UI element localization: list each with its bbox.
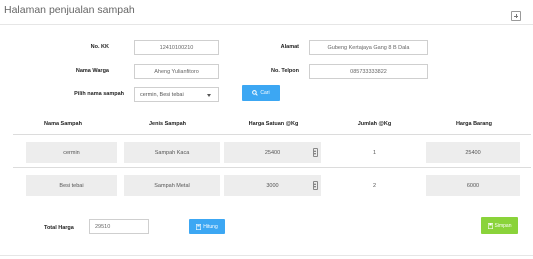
total-harga-label: Total Harga xyxy=(44,225,74,231)
calculator-icon xyxy=(196,223,202,230)
no-kk-label: No. KK xyxy=(90,44,109,50)
header-harga-barang: Harga Barang xyxy=(455,121,493,127)
simpan-button[interactable]: Simpan xyxy=(481,217,518,234)
header-jumlah: Jumlah @Kg xyxy=(357,121,392,127)
alamat-label: Alamat xyxy=(280,44,299,50)
table-divider xyxy=(13,134,531,135)
search-icon xyxy=(252,90,259,96)
cari-button[interactable]: Cari xyxy=(242,85,280,101)
nama-warga-label: Nama Warga xyxy=(75,68,109,74)
harga-satuan-field[interactable]: 25400 xyxy=(224,142,321,163)
alamat-field[interactable]: Gubeng Kertajaya Gang 8 B Dala xyxy=(309,40,428,55)
header-jenis-sampah: Jenis Sampah xyxy=(149,121,186,127)
total-harga-field[interactable]: 29510 xyxy=(89,219,149,234)
harga-satuan-field[interactable]: 3000 xyxy=(224,175,321,196)
hitung-label: Hitung xyxy=(203,223,218,230)
row-divider xyxy=(13,167,531,168)
cari-label: Cari xyxy=(260,90,270,96)
simpan-label: Simpan xyxy=(494,222,512,229)
jumlah-field[interactable]: 1 xyxy=(328,142,421,163)
header-nama-sampah: Nama Sampah xyxy=(44,121,82,127)
header-harga-satuan: Harga Satuan @Kg xyxy=(248,121,299,127)
harga-barang-cell: 25400 xyxy=(426,142,520,163)
stepper-icon[interactable] xyxy=(313,181,318,190)
title-divider xyxy=(0,24,533,25)
no-kk-field[interactable]: 12410100210 xyxy=(134,40,219,55)
no-telpon-label: No. Telpon xyxy=(270,68,299,74)
pilih-sampah-label: Pilih nama sampah xyxy=(74,91,124,97)
page-title: Halaman penjualan sampah xyxy=(4,4,135,16)
harga-barang-cell: 6000 xyxy=(426,175,520,196)
no-telpon-field[interactable]: 085733333822 xyxy=(309,64,428,79)
jenis-sampah-cell: Sampah Kaca xyxy=(124,142,220,163)
bottom-divider xyxy=(0,255,533,256)
chevron-down-icon xyxy=(207,94,211,97)
nama-sampah-cell: Besi tebai xyxy=(26,175,117,196)
nama-sampah-cell: cermin xyxy=(26,142,117,163)
expand-icon[interactable] xyxy=(511,11,521,21)
jumlah-field[interactable]: 2 xyxy=(328,175,421,196)
save-icon xyxy=(487,222,493,229)
pilih-sampah-value: cermin, Besi tebai xyxy=(140,91,184,98)
hitung-button[interactable]: Hitung xyxy=(189,219,225,234)
jenis-sampah-cell: Sampah Metal xyxy=(124,175,220,196)
pilih-sampah-select[interactable]: cermin, Besi tebai xyxy=(134,87,219,102)
stepper-icon[interactable] xyxy=(313,148,318,157)
sales-page: Halaman penjualan sampah No. KK 12410100… xyxy=(0,0,533,259)
nama-warga-field[interactable]: Aheng Yulianfitoro xyxy=(134,64,219,79)
